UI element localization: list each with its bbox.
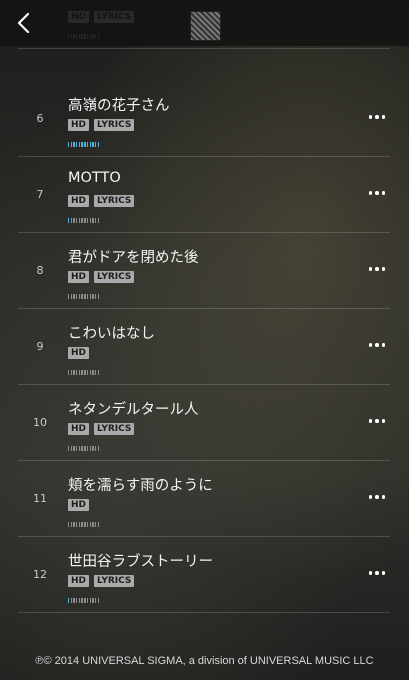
lyrics-badge: LYRICS — [94, 575, 135, 587]
hd-badge: HD — [68, 347, 90, 359]
popularity-meter — [68, 446, 99, 451]
track-title: MOTTO — [68, 170, 121, 186]
popularity-meter — [68, 294, 99, 299]
track-badges: HD LYRICS — [68, 119, 135, 132]
more-options-icon[interactable] — [364, 411, 390, 431]
track-number: 8 — [36, 264, 44, 277]
album-art-thumbnail[interactable] — [190, 11, 221, 41]
more-options-icon[interactable] — [364, 259, 390, 279]
track-number: 9 — [36, 340, 44, 353]
hd-badge: HD — [68, 271, 90, 283]
popularity-meter — [68, 598, 99, 603]
lyrics-badge: LYRICS — [94, 119, 135, 131]
track-number: 7 — [36, 188, 44, 201]
track-title: こわいはなし — [68, 326, 155, 342]
more-options-icon[interactable] — [364, 107, 390, 127]
lyrics-badge: LYRICS — [94, 423, 135, 435]
popularity-meter — [68, 522, 99, 527]
track-title: 君がドアを閉めた後 — [68, 250, 199, 266]
track-title: 頬を濡らす雨のように — [68, 478, 213, 494]
hd-badge: HD — [68, 195, 90, 207]
top-bar — [0, 0, 409, 46]
track-badges: HD — [68, 499, 90, 512]
track-badges: HD LYRICS — [68, 423, 135, 436]
track-number: 12 — [33, 568, 47, 581]
track-title: 高嶺の花子さん — [68, 98, 170, 114]
hd-badge: HD — [68, 119, 90, 131]
track-row[interactable]: 6 高嶺の花子さん HD LYRICS — [18, 80, 390, 157]
track-badges: HD — [68, 347, 90, 360]
track-number: 6 — [36, 112, 44, 125]
track-row[interactable]: 12 世田谷ラブストーリー HD LYRICS — [18, 536, 390, 613]
hd-badge: HD — [68, 423, 90, 435]
track-row[interactable]: 8 君がドアを閉めた後 HD LYRICS — [18, 232, 390, 309]
track-row[interactable]: 7 MOTTO HD LYRICS — [18, 156, 390, 233]
popularity-meter — [68, 218, 99, 223]
copyright-text: ℗© 2014 UNIVERSAL SIGMA, a division of U… — [35, 655, 374, 667]
track-row[interactable]: 10 ネタンデルタール人 HD LYRICS — [18, 384, 390, 461]
track-title: 世田谷ラブストーリー — [68, 554, 213, 570]
popularity-meter — [68, 142, 99, 147]
track-badges: HD LYRICS — [68, 195, 135, 208]
track-badges: HD LYRICS — [68, 271, 135, 284]
track-number: 10 — [33, 416, 47, 429]
popularity-meter — [68, 370, 99, 375]
track-number: 11 — [33, 492, 47, 505]
more-options-icon[interactable] — [364, 487, 390, 507]
track-row[interactable]: 11 頬を濡らす雨のように HD — [18, 460, 390, 537]
chevron-left-icon[interactable] — [10, 8, 40, 38]
track-row[interactable]: 9 こわいはなし HD — [18, 308, 390, 385]
track-title: ネタンデルタール人 — [68, 402, 199, 418]
more-options-icon[interactable] — [364, 563, 390, 583]
more-options-icon[interactable] — [364, 335, 390, 355]
hd-badge: HD — [68, 575, 90, 587]
lyrics-badge: LYRICS — [94, 271, 135, 283]
track-badges: HD LYRICS — [68, 575, 135, 588]
lyrics-badge: LYRICS — [94, 195, 135, 207]
more-options-icon[interactable] — [364, 183, 390, 203]
hd-badge: HD — [68, 499, 90, 511]
